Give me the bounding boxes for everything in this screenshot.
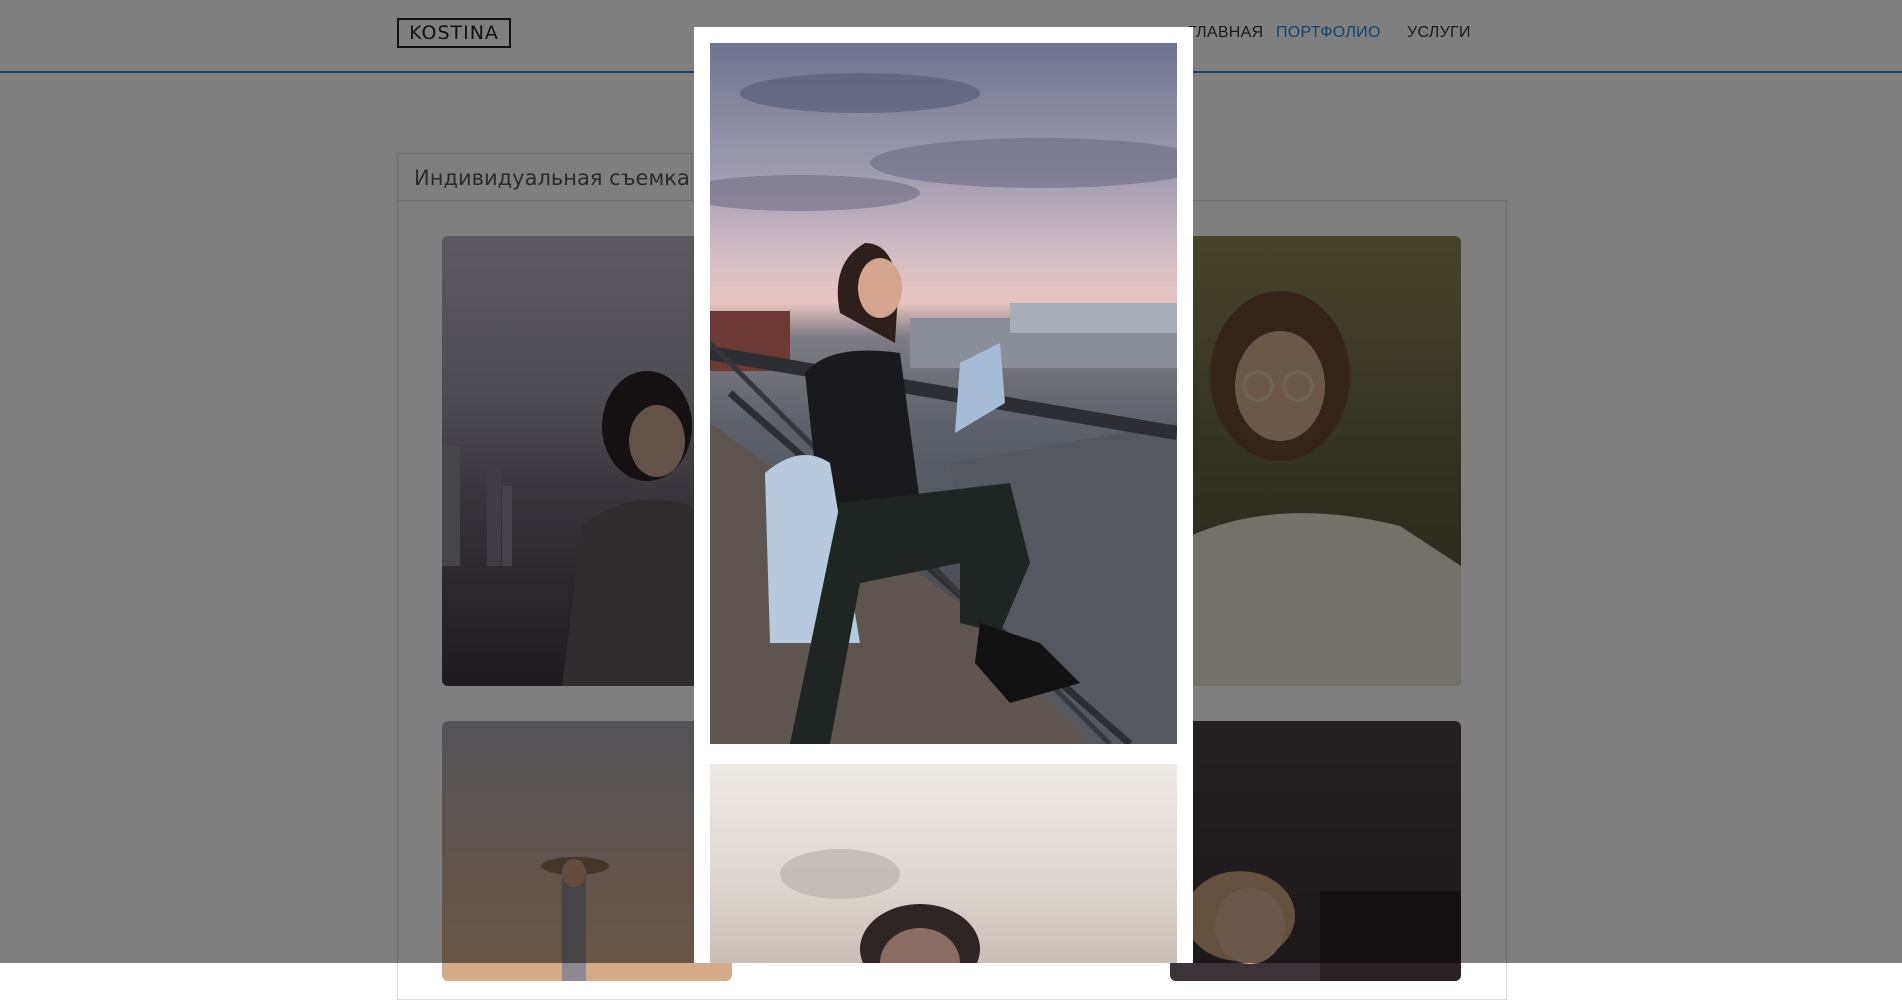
lightbox-modal — [694, 27, 1193, 963]
lightbox-image-1[interactable] — [710, 43, 1177, 744]
lightbox-image-2-illustration — [780, 849, 980, 963]
lightbox-image-2[interactable] — [710, 764, 1177, 963]
lightbox-image-1-illustration — [710, 73, 1177, 744]
